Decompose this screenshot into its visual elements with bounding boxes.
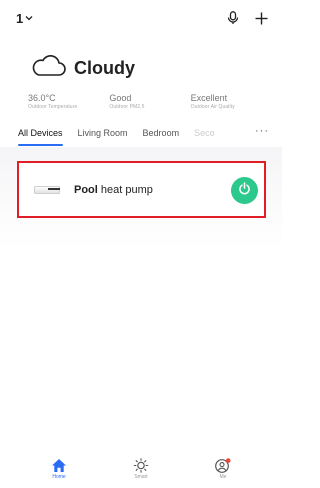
device-card-pool-heat-pump[interactable]: Pool heat pump — [17, 161, 266, 218]
stat-label: Outdoor Temperature — [28, 104, 78, 110]
stat-pm25: Good Outdoor PM2.5 — [109, 93, 190, 111]
weather-summary[interactable]: Cloudy — [30, 55, 135, 82]
chevron-down-icon — [25, 14, 33, 22]
device-thumbnail — [34, 184, 60, 196]
tab-bedroom[interactable]: Bedroom — [143, 128, 180, 141]
tab-all-devices[interactable]: All Devices — [18, 128, 63, 146]
home-icon — [51, 458, 67, 473]
nav-label: Home — [52, 474, 66, 480]
tab-living-room[interactable]: Living Room — [78, 128, 128, 141]
device-name-bold: Pool — [74, 183, 98, 196]
profile-icon — [214, 458, 232, 473]
stat-temperature: 36.0°C Outdoor Temperature — [28, 93, 109, 111]
stat-value: Excellent — [190, 93, 228, 103]
room-tabs: All Devices Living Room Bedroom Seco ··· — [18, 125, 276, 146]
more-tabs-button[interactable]: ··· — [255, 125, 269, 137]
tab-second[interactable]: Seco — [194, 128, 224, 141]
nav-smart[interactable]: Smart — [111, 458, 171, 480]
device-name: Pool heat pump — [74, 184, 153, 196]
power-button[interactable] — [231, 177, 258, 204]
plus-icon[interactable] — [255, 12, 268, 25]
environment-stats: 36.0°C Outdoor Temperature Good Outdoor … — [28, 93, 272, 111]
cloud-icon — [30, 55, 66, 82]
top-actions — [227, 11, 268, 25]
stat-label: Outdoor PM2.5 — [109, 104, 145, 110]
device-name-rest: heat pump — [97, 183, 153, 196]
home-switcher[interactable]: 1 — [16, 11, 33, 26]
top-bar: 1 — [16, 8, 268, 28]
sun-icon — [133, 458, 149, 473]
power-icon — [238, 181, 251, 200]
weather-condition: Cloudy — [74, 58, 135, 78]
nav-home[interactable]: Home — [29, 458, 89, 480]
nav-me[interactable]: Me — [193, 458, 253, 480]
home-name: 1 — [16, 10, 24, 26]
stat-value: Good — [109, 93, 132, 103]
nav-label: Smart — [134, 474, 148, 480]
microphone-icon[interactable] — [227, 11, 239, 25]
stat-value: 36.0°C — [28, 93, 56, 103]
bottom-navigation: Home Smart Me — [0, 458, 282, 488]
stat-label: Outdoor Air Quality — [190, 104, 235, 110]
nav-label: Me — [219, 474, 227, 480]
stat-air-quality: Excellent Outdoor Air Quality — [191, 93, 272, 111]
